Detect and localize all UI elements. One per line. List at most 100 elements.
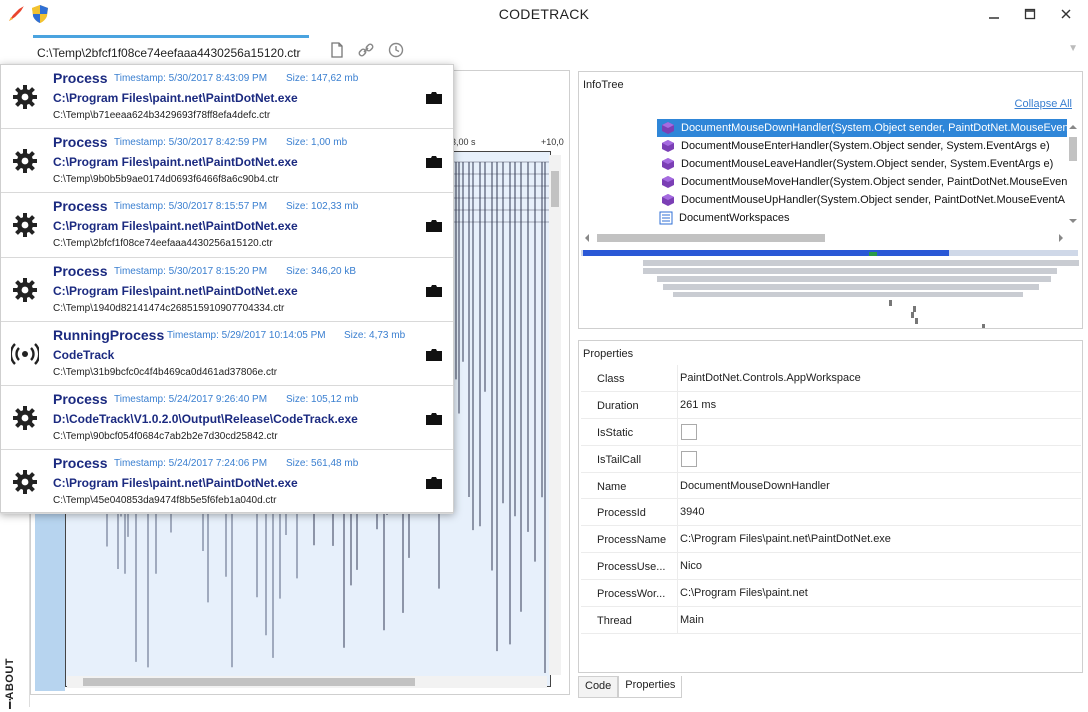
tab-row: C:\Temp\2bfcf1f08ce74eefaaa4430256a15120… [0,30,1088,64]
clock-icon[interactable] [387,41,405,59]
entry-size: Size: 561,48 mb [286,458,359,470]
gear-icon [13,85,37,109]
minimap-bar [583,250,949,256]
folder-icon[interactable] [425,284,443,298]
scroll-down-icon[interactable] [1067,215,1079,227]
infotree-item-label: DocumentWorkspaces [679,212,790,224]
entry-path: C:\Program Files\paint.net\PaintDotNet.e… [53,155,298,170]
entry-path: D:\CodeTrack\V1.0.2.0\Output\Release\Cod… [53,411,358,426]
folder-icon[interactable] [425,348,443,362]
minimize-button[interactable] [982,4,1006,24]
folder-icon[interactable] [425,91,443,105]
history-entry[interactable]: Process Timestamp: 5/24/2017 7:24:06 PM Si… [1,450,453,515]
entry-file: C:\Temp\90bcf054f0684c7ab2b2e7d30cd25842… [53,430,278,442]
entry-timestamp: Timestamp: 5/30/2017 8:43:09 PM [114,73,268,84]
infotree-item[interactable]: DocumentMouseUpHandler(System.Object sen… [657,191,1067,209]
entry-file: C:\Temp\31b9bcfc0c4f4b469ca0d461ad37806e… [53,366,278,378]
infotree-item-label: DocumentMouseEnterHandler(System.Object … [681,140,1050,152]
timeline-vertical-scrollbar[interactable] [549,155,561,675]
entry-path: C:\Program Files\paint.net\PaintDotNet.e… [53,91,298,105]
maximize-icon [1024,8,1036,20]
infotree-item-label: DocumentMouseMoveHandler(System.Object s… [681,176,1067,188]
history-entry[interactable]: Process Timestamp: 5/30/2017 8:15:57 PM Si… [1,193,453,258]
broadcast-icon [11,342,39,365]
info-icon[interactable]: i [8,696,12,712]
link-icon[interactable] [357,41,375,59]
minimap-bar [643,260,1079,266]
property-checkbox[interactable] [681,450,697,467]
window-controls [982,4,1078,24]
property-value: Main [677,607,704,633]
document-icon[interactable] [328,41,346,59]
history-entry[interactable]: Process Timestamp: 5/30/2017 8:15:20 PM Si… [1,258,453,322]
scroll-thumb[interactable] [83,678,415,686]
history-entry[interactable]: Process Timestamp: 5/30/2017 8:43:09 PM Si… [1,65,453,130]
properties-grid: Class PaintDotNet.Controls.AppWorkspace Du… [581,365,1081,634]
close-button[interactable] [1054,4,1078,24]
scroll-thumb[interactable] [551,171,559,207]
minimap-bar [889,300,892,306]
folder-icon[interactable] [425,155,443,169]
scroll-thumb[interactable] [1069,137,1077,161]
minimap-bar [643,268,1057,274]
infotree-horizontal-scrollbar[interactable] [581,232,1067,244]
infotree-item[interactable]: DocumentMouseEnterHandler(System.Object … [657,137,1067,155]
scroll-thumb[interactable] [597,234,825,242]
timeline-horizontal-scrollbar[interactable] [67,676,547,688]
scroll-up-icon[interactable] [1067,121,1079,133]
entry-size: Size: 102,33 mb [286,201,359,213]
history-entry[interactable]: RunningProcess Timestamp: 5/29/2017 10:14… [1,322,453,386]
folder-icon[interactable] [425,476,443,490]
tab-properties[interactable]: Properties [618,676,683,698]
collapse-all-link[interactable]: Collapse All [1015,98,1072,110]
infotree-item[interactable]: DocumentMouseMoveHandler(System.Object s… [657,173,1067,191]
entry-kind: Process [53,390,108,407]
folder-icon[interactable] [425,412,443,426]
folder-icon[interactable] [425,219,443,233]
tab-active-file[interactable]: C:\Temp\2bfcf1f08ce74eefaaa4430256a15120… [33,35,309,63]
gear-icon [13,149,37,174]
about-tab[interactable]: ABOUT [4,658,16,700]
property-value: C:\Program Files\paint.net\PaintDotNet.e… [677,526,891,553]
history-popup: Process Timestamp: 5/30/2017 8:43:09 PM Si… [0,64,454,515]
call-tree-minimap[interactable] [579,248,1082,328]
entry-timestamp: Timestamp: 5/29/2017 10:14:05 PM [167,329,326,341]
tab-dropdown-icon[interactable]: ▼ [1068,43,1078,54]
property-row: Class PaintDotNet.Controls.AppWorkspace [581,365,1081,392]
properties-title: Properties [583,348,634,360]
properties-panel: Properties Class PaintDotNet.Controls.App… [578,340,1083,673]
infotree-item[interactable]: DocumentMouseDownHandler(System.Object s… [657,119,1067,137]
property-key: ProcessUse... [597,561,666,574]
property-value: DocumentMouseDownHandler [677,472,830,499]
method-cube-icon [662,176,674,188]
entry-kind: RunningProcess [53,326,165,343]
entry-timestamp: Timestamp: 5/24/2017 7:24:06 PM [114,458,268,470]
minimap-bar [657,276,1051,282]
scroll-right-icon[interactable] [1055,232,1067,244]
property-row: IsStatic [581,418,1081,446]
title-bar: CODETRACK [0,0,1088,30]
infotree-item[interactable]: DocumentMouseLeaveHandler(System.Object … [657,155,1067,173]
entry-kind: Process [53,70,108,86]
entry-file: C:\Temp\9b0b5b9ae0174d0693f6466f8a6c90b4… [53,174,279,186]
property-row: IsTailCall [581,445,1081,473]
minimap-bar [913,306,916,312]
maximize-button[interactable] [1018,4,1042,24]
scroll-left-icon[interactable] [581,232,593,244]
minimap-bar [869,252,877,256]
entry-size: Size: 147,62 mb [286,73,359,84]
bottom-tabs: Code Properties [578,676,683,698]
entry-kind: Process [53,134,108,151]
history-entry[interactable]: Process Timestamp: 5/24/2017 9:26:40 PM Si… [1,386,453,451]
history-entry[interactable]: Process Timestamp: 5/30/2017 8:42:59 PM Si… [1,129,453,194]
tab-code[interactable]: Code [578,676,619,698]
property-row: Duration 261 ms [581,391,1081,419]
method-cube-icon [662,158,674,170]
infotree-item-workspaces[interactable]: ▷DocumentWorkspaces [657,209,1067,227]
property-row: ProcessUse... Nico [581,553,1081,581]
entry-path: C:\Program Files\paint.net\PaintDotNet.e… [53,283,298,298]
infotree-vertical-scrollbar[interactable] [1067,119,1079,229]
minimap-bar [915,318,918,324]
property-row: ProcessWor... C:\Program Files\paint.net [581,580,1081,608]
property-checkbox[interactable] [681,423,697,440]
